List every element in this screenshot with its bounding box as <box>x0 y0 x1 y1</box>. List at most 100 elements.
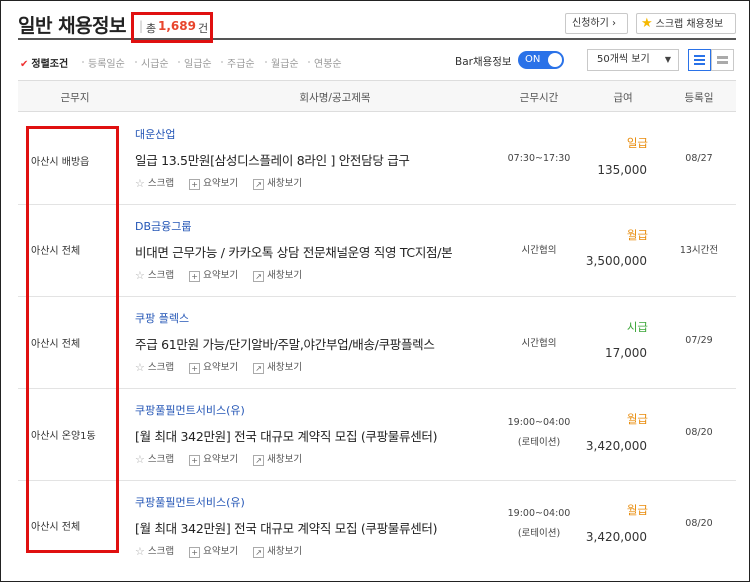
new-window-label: 새창보기 <box>267 546 303 557</box>
scrap-label: 스크랩 <box>147 178 175 189</box>
chevron-down-icon: ▼ <box>664 55 671 64</box>
table-row[interactable]: 아산시 배방읍 대운산업 일급 13.5만원[삼성디스플레이 8라인 ] 안전담… <box>18 113 736 205</box>
plus-icon: + <box>189 547 201 558</box>
new-window-label: 새창보기 <box>267 362 303 373</box>
bar-jobs-toggle[interactable]: ON <box>518 51 564 69</box>
apply-button[interactable]: 신청하기 › <box>565 13 628 34</box>
new-window-action[interactable]: ↗ 새창보기 <box>253 543 302 558</box>
row-actions: ☆ 스크랩 + 요약보기 ↗ 새창보기 <box>135 267 314 282</box>
new-window-action[interactable]: ↗ 새창보기 <box>253 359 302 374</box>
star-outline-icon: ☆ <box>135 269 145 282</box>
scrap-jobs-label: 스크랩 채용정보 <box>655 19 724 30</box>
summary-action[interactable]: + 요약보기 <box>189 175 238 190</box>
new-window-label: 새창보기 <box>267 454 303 465</box>
scrap-jobs-button[interactable]: ★ 스크랩 채용정보 <box>636 13 736 34</box>
row-title[interactable]: 비대면 근무가능 / 카카오톡 상담 전문채널운영 직영 TC지점/본 <box>135 242 453 261</box>
row-pay-amount: 3,420,000 <box>585 439 647 453</box>
page-size-select[interactable]: 50개씩 보기 ▼ <box>587 49 679 71</box>
row-pay-type: 일급 <box>626 136 648 150</box>
scrap-action[interactable]: ☆ 스크랩 <box>135 175 174 190</box>
row-company[interactable]: 쿠팡풀필먼트서비스(유) <box>135 402 245 418</box>
row-company[interactable]: DB금융그룹 <box>135 218 192 234</box>
new-window-label: 새창보기 <box>267 178 303 189</box>
count-suffix: 건 <box>198 22 209 35</box>
table-row[interactable]: 아산시 온양1동 쿠팡풀필먼트서비스(유) [월 최대 342만원] 전국 대규… <box>18 389 736 481</box>
table-row[interactable]: 아산시 전체 쿠팡 플렉스 주급 61만원 가능/단기알바/주말,야간부업/배송… <box>18 297 736 389</box>
summary-label: 요약보기 <box>203 362 239 373</box>
row-pay-amount: 17,000 <box>605 346 647 360</box>
table-row[interactable]: 아산시 전체 쿠팡풀필먼트서비스(유) [월 최대 342만원] 전국 대규모 … <box>18 481 736 573</box>
summary-action[interactable]: + 요약보기 <box>189 451 238 466</box>
compact-view-button[interactable] <box>711 49 734 71</box>
hours-line: 19:00~04:00 <box>507 417 571 428</box>
external-link-icon: ↗ <box>253 179 265 190</box>
row-company[interactable]: 대운산업 <box>135 126 175 142</box>
new-window-action[interactable]: ↗ 새창보기 <box>253 451 302 466</box>
sort-option-daily[interactable]: 일급순 <box>184 55 212 70</box>
external-link-icon: ↗ <box>253 363 265 374</box>
external-link-icon: ↗ <box>253 547 265 558</box>
hours-line: 시간협의 <box>521 245 557 256</box>
row-title[interactable]: 주급 61만원 가능/단기알바/주말,야간부업/배송/쿠팡플렉스 <box>135 334 435 353</box>
scrap-action[interactable]: ☆ 스크랩 <box>135 359 174 374</box>
row-actions: ☆ 스크랩 + 요약보기 ↗ 새창보기 <box>135 175 314 190</box>
count-separator: | <box>139 19 144 33</box>
row-pay-type: 시급 <box>626 320 648 334</box>
row-pay-type: 월급 <box>626 228 648 242</box>
plus-icon: + <box>189 363 201 374</box>
row-pay-amount: 3,420,000 <box>585 530 647 544</box>
scrap-action[interactable]: ☆ 스크랩 <box>135 451 174 466</box>
column-location: 근무지 <box>60 92 90 104</box>
page-size-value: 50개씩 보기 <box>597 54 650 65</box>
star-outline-icon: ☆ <box>135 545 145 558</box>
star-outline-icon: ☆ <box>135 361 145 374</box>
check-icon: ✔ <box>20 59 29 70</box>
sort-option-hourly[interactable]: 시급순 <box>141 55 169 70</box>
table-row[interactable]: 아산시 전체 DB금융그룹 비대면 근무가능 / 카카오톡 상담 전문채널운영 … <box>18 205 736 297</box>
row-title[interactable]: [월 최대 342만원] 전국 대규모 계약직 모집 (쿠팡물류센터) <box>135 518 437 537</box>
row-pay-type: 월급 <box>626 503 648 517</box>
summary-label: 요약보기 <box>203 454 239 465</box>
plus-icon: + <box>189 271 201 282</box>
column-date: 등록일 <box>684 92 714 104</box>
hours-line: 19:00~04:00 <box>507 508 571 519</box>
summary-action[interactable]: + 요약보기 <box>189 267 238 282</box>
row-date: 13시간전 <box>679 245 719 256</box>
star-outline-icon: ☆ <box>135 177 145 190</box>
toggle-state: ON <box>525 54 541 65</box>
sort-option-registered[interactable]: 등록일순 <box>88 55 125 70</box>
sort-option-condition[interactable]: ✔ 정렬조건 <box>20 55 68 70</box>
star-icon: ★ <box>641 16 653 31</box>
hours-line: 07:30~17:30 <box>507 153 571 164</box>
scrap-label: 스크랩 <box>147 270 175 281</box>
summary-label: 요약보기 <box>203 270 239 281</box>
row-title[interactable]: [월 최대 342만원] 전국 대규모 계약직 모집 (쿠팡물류센터) <box>135 426 437 445</box>
row-title[interactable]: 일급 13.5만원[삼성디스플레이 8라인 ] 안전담당 급구 <box>135 150 410 169</box>
summary-action[interactable]: + 요약보기 <box>189 359 238 374</box>
row-company[interactable]: 쿠팡풀필먼트서비스(유) <box>135 494 245 510</box>
scrap-action[interactable]: ☆ 스크랩 <box>135 267 174 282</box>
table-header: 근무지 회사명/공고제목 근무시간 급여 등록일 <box>18 80 736 112</box>
scrap-action[interactable]: ☆ 스크랩 <box>135 543 174 558</box>
plus-icon: + <box>189 179 201 190</box>
list-view-button[interactable] <box>688 49 711 71</box>
sort-option-label: 정렬조건 <box>31 59 69 70</box>
sort-bar: ✔ 정렬조건 등록일순 시급순 일급순 주급순 월급순 연봉순 Bar채용정보 O… <box>18 48 736 76</box>
plus-icon: + <box>189 455 201 466</box>
list-view-icon <box>694 55 705 57</box>
scrap-label: 스크랩 <box>147 546 175 557</box>
hours-line: 시간협의 <box>521 338 557 349</box>
total-count-highlight: | 총 1,689 건 <box>131 12 213 43</box>
new-window-action[interactable]: ↗ 새창보기 <box>253 267 302 282</box>
column-hours: 근무시간 <box>519 92 559 104</box>
row-date: 07/29 <box>685 335 713 346</box>
summary-label: 요약보기 <box>203 546 239 557</box>
list-view-icon-line <box>694 63 705 65</box>
sort-option-monthly[interactable]: 월급순 <box>271 55 299 70</box>
sort-option-annual[interactable]: 연봉순 <box>314 55 342 70</box>
new-window-action[interactable]: ↗ 새창보기 <box>253 175 302 190</box>
summary-action[interactable]: + 요약보기 <box>189 543 238 558</box>
row-actions: ☆ 스크랩 + 요약보기 ↗ 새창보기 <box>135 359 314 374</box>
sort-option-weekly[interactable]: 주급순 <box>227 55 255 70</box>
row-company[interactable]: 쿠팡 플렉스 <box>135 310 189 326</box>
